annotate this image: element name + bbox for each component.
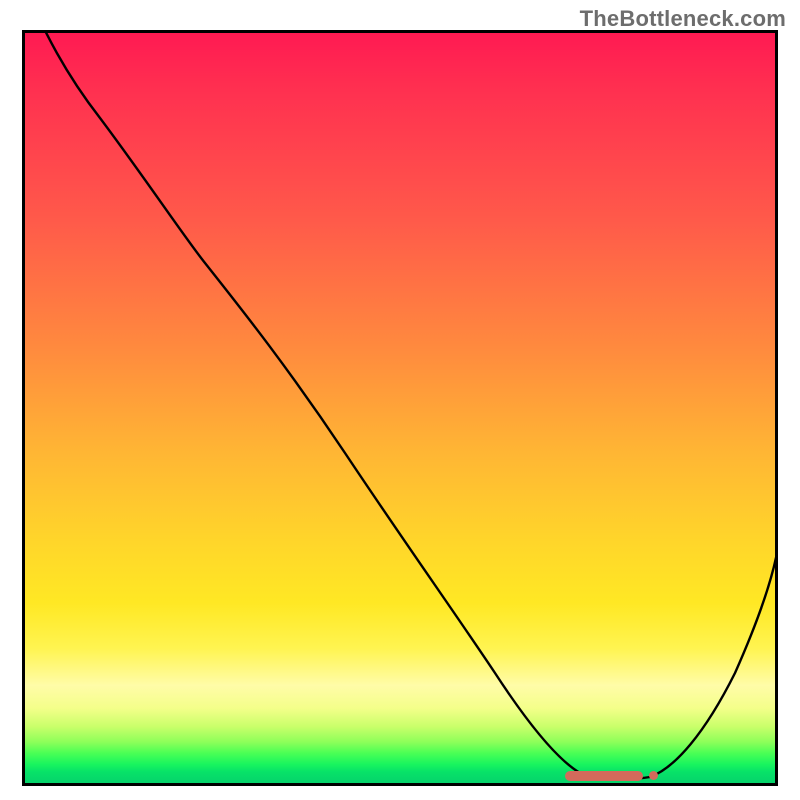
bottleneck-curve-path: [25, 33, 775, 780]
minimum-marker-end-dot: [649, 771, 658, 780]
chart-plot-area: [22, 30, 778, 786]
watermark-text: TheBottleneck.com: [580, 6, 786, 32]
minimum-marker-segment: [565, 771, 643, 781]
chart-line-layer: [25, 33, 775, 783]
